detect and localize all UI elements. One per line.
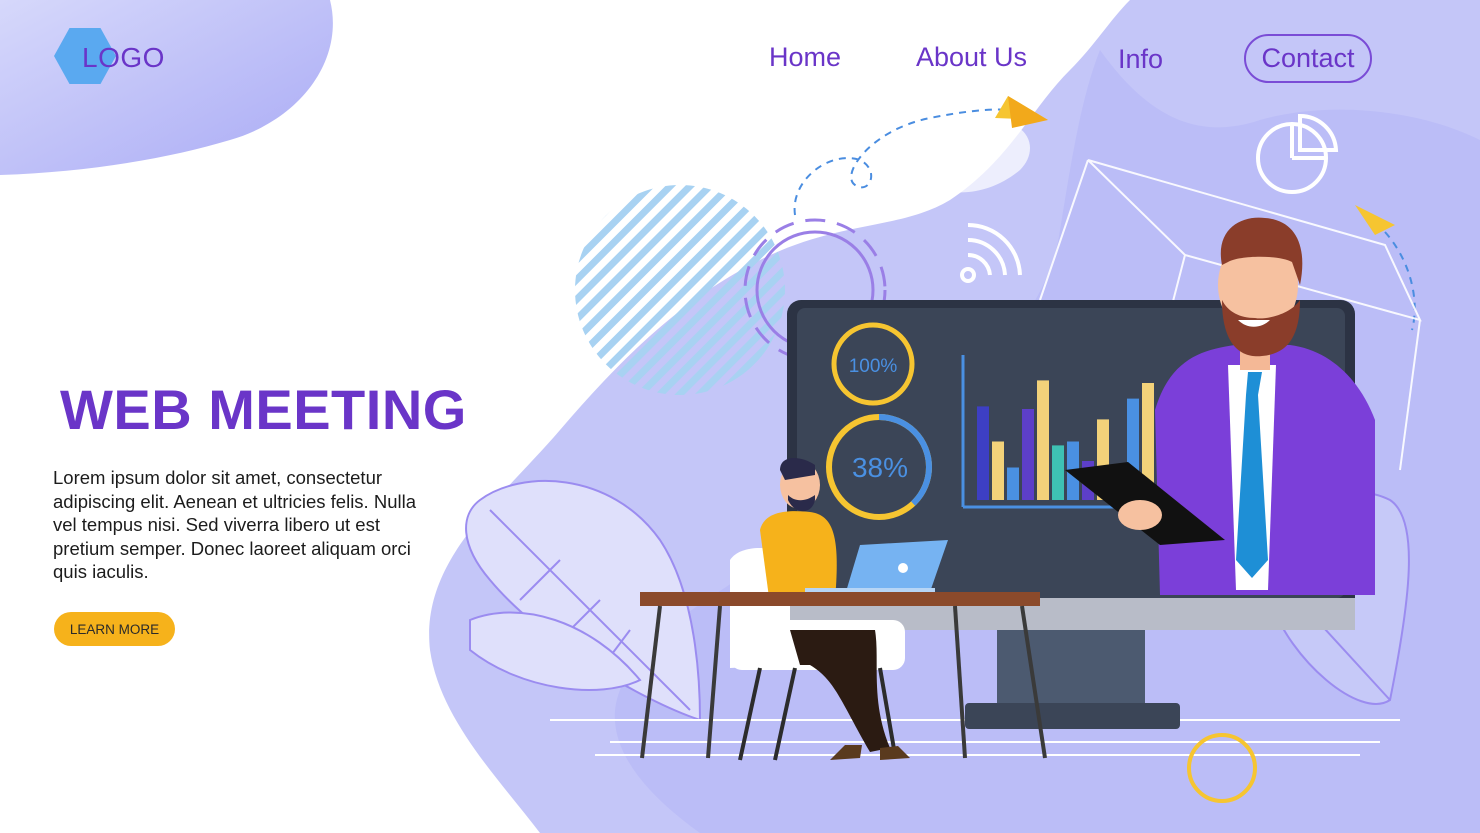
hero-description: Lorem ipsum dolor sit amet, consectetur …: [53, 467, 416, 582]
desk-top: [640, 592, 1040, 606]
monitor-base: [965, 703, 1180, 729]
screen-bar: [1007, 467, 1019, 500]
hero-title: WEB MEETING: [60, 378, 467, 441]
main-nav: Home About Us Info Contact: [0, 34, 1480, 94]
nav-info[interactable]: Info: [1118, 44, 1163, 75]
screen-bar: [1037, 380, 1049, 500]
screen-bar: [1052, 445, 1064, 500]
learn-more-button[interactable]: LEARN MORE: [54, 612, 175, 646]
screen-bar: [992, 441, 1004, 500]
monitor-stand: [997, 630, 1145, 705]
screen-bar: [1022, 409, 1034, 500]
nav-about-us[interactable]: About Us: [916, 42, 1027, 73]
nav-contact-button[interactable]: Contact: [1244, 34, 1372, 83]
nav-home[interactable]: Home: [769, 42, 841, 73]
screen-bar: [977, 406, 989, 500]
striped-circle: [575, 185, 785, 395]
